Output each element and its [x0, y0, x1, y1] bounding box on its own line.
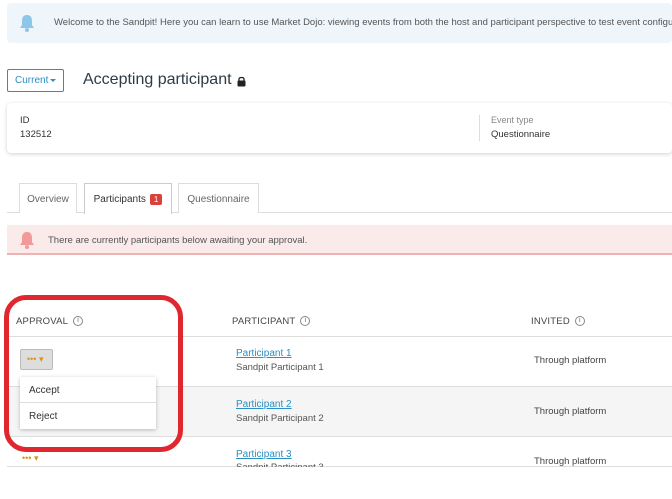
- participant-link[interactable]: Participant 1: [236, 348, 292, 359]
- id-label: ID: [20, 115, 30, 126]
- welcome-banner: Welcome to the Sandpit! Here you can lea…: [7, 3, 672, 43]
- approval-dropdown-menu: Accept Reject: [20, 377, 156, 429]
- tab-questionnaire[interactable]: Questionnaire: [178, 183, 259, 213]
- column-header-invited: INVITED i: [531, 316, 585, 327]
- event-type-value: Questionnaire: [491, 129, 551, 140]
- column-header-participant-label: PARTICIPANT: [232, 316, 296, 327]
- bell-icon: [20, 15, 34, 32]
- participant-link[interactable]: Participant 3: [236, 449, 292, 460]
- lock-icon: [237, 76, 246, 87]
- info-icon[interactable]: i: [574, 316, 585, 327]
- reject-menu-item[interactable]: Reject: [20, 403, 156, 429]
- page-title: Accepting participant: [83, 71, 232, 88]
- bell-icon: [20, 232, 34, 249]
- alert-text: There are currently participants below a…: [48, 235, 308, 246]
- participant-company: Sandpit Participant 3: [236, 462, 324, 467]
- info-icon[interactable]: i: [300, 316, 311, 327]
- invited-method: Through platform: [534, 355, 607, 366]
- invited-method: Through platform: [534, 406, 607, 417]
- version-label: Current: [15, 75, 49, 86]
- column-header-approval-label: APPROVAL: [16, 316, 69, 327]
- event-type-label: Event type: [491, 115, 534, 125]
- tab-participants[interactable]: Participants 1: [84, 183, 172, 214]
- participants-count-badge: 1: [149, 194, 163, 205]
- event-info-card: ID 132512 Event type Questionnaire: [7, 103, 672, 153]
- banner-text: Welcome to the Sandpit! Here you can lea…: [54, 17, 672, 28]
- column-header-invited-label: INVITED: [531, 316, 570, 327]
- approval-dropdown-button[interactable]: ••• ▾: [22, 453, 38, 464]
- approval-dropdown-button[interactable]: ••• ▾: [20, 349, 53, 370]
- participant-company: Sandpit Participant 1: [236, 362, 324, 373]
- table-row: Participant 3 Sandpit Participant 3 Thro…: [7, 437, 672, 467]
- version-dropdown-button[interactable]: Current: [7, 69, 64, 92]
- invited-method: Through platform: [534, 456, 607, 467]
- tab-overview[interactable]: Overview: [19, 183, 77, 213]
- approval-alert: There are currently participants below a…: [7, 225, 672, 255]
- tab-questionnaire-label: Questionnaire: [187, 194, 250, 205]
- column-header-approval: APPROVAL i: [16, 316, 84, 327]
- id-value: 132512: [20, 129, 52, 140]
- participant-link[interactable]: Participant 2: [236, 399, 292, 410]
- accept-menu-item[interactable]: Accept: [20, 377, 156, 403]
- caret-down-icon: [50, 78, 57, 82]
- participant-company: Sandpit Participant 2: [236, 413, 324, 424]
- info-icon[interactable]: i: [73, 316, 84, 327]
- column-header-participant: PARTICIPANT i: [232, 316, 311, 327]
- tab-participants-label: Participants: [93, 194, 146, 205]
- info-divider: [479, 115, 480, 141]
- tab-overview-label: Overview: [27, 194, 69, 205]
